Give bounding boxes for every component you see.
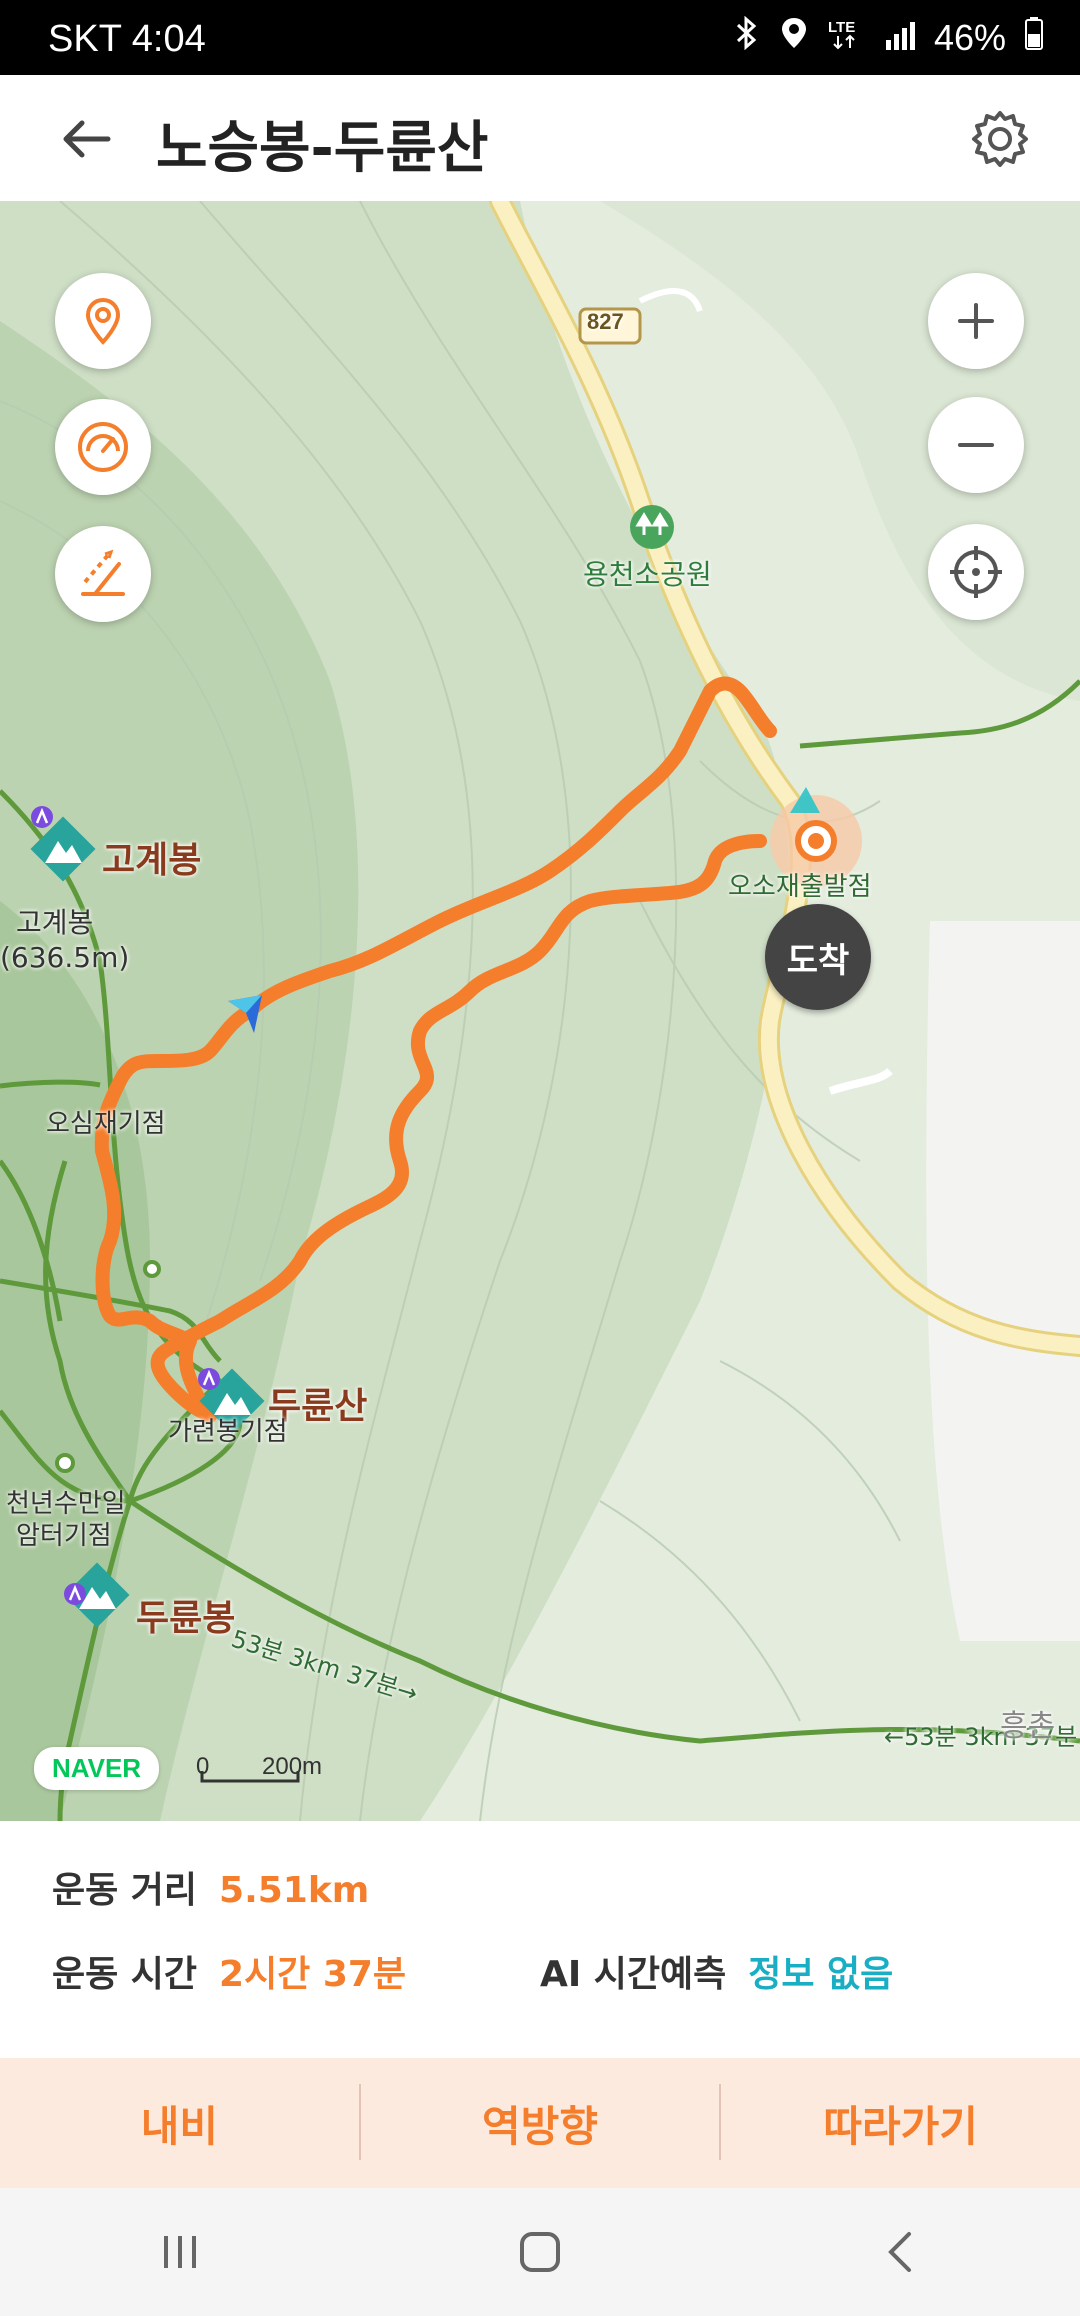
time-row: 운동 시간 2시간 37분 [52,1945,406,1997]
garyeon-label: 가련봉기점 [168,1417,288,1447]
status-bar: SKT 4:04 LTE 46% [0,0,1080,75]
page-title: 노승봉-두륜산 [156,116,489,181]
follow-button[interactable]: 따라가기 [721,2058,1080,2188]
location-icon [780,16,808,59]
time-value: 2시간 37분 [219,1954,407,1995]
distance-label: 운동 거리 [52,1870,198,1911]
back-nav-button[interactable] [860,2222,940,2282]
back-button[interactable] [58,111,114,167]
distance-row: 운동 거리 5.51km [52,1861,369,1913]
svg-text:LTE: LTE [828,19,855,36]
chevron-left-icon [888,2232,911,2272]
recent-apps-icon [164,2236,196,2268]
map-view[interactable]: 827 용천소공원 오소재출발점 고계봉 고계봉 (636.5m) 오심재기점 … [0,201,1080,1821]
battery-text: 46% [933,16,1006,58]
lte-icon: LTE [826,16,866,59]
park-label: 용천소공원 [583,558,712,591]
zoom-in-icon [958,303,994,339]
elevation-icon [81,549,125,596]
ai-value: 정보 없음 [748,1954,894,1995]
navi-button[interactable]: 내비 [0,2058,359,2188]
distance-value: 5.51km [219,1870,370,1911]
cheonnyeon-label-2: 암터기점 [16,1521,112,1551]
current-location-button[interactable] [928,524,1024,620]
status-icons: LTE 46% [732,15,1044,59]
zoom-out-icon [958,443,994,447]
start-point-label: 오소재출발점 [728,872,872,902]
stats-panel: 운동 거리 5.51km 운동 시간 2시간 37분 AI 시간예측 정보 없음 [0,1821,1080,2061]
heung-label: 흥촌 [1000,1709,1056,1744]
arrow-left-icon [63,120,111,158]
bluetooth-icon [732,15,762,59]
elevation-button[interactable] [55,526,151,622]
settings-button[interactable] [970,109,1030,169]
ai-prediction-row: AI 시간예측 정보 없음 [540,1945,893,1997]
carrier-time: SKT 4:04 [48,18,206,60]
naver-logo: NAVER [34,1747,160,1790]
gogyebong-peak-label: 고계봉 [102,840,202,881]
location-pin-icon [85,297,121,345]
duryunbong-peak-label: 두륜봉 [136,1598,236,1639]
road-number: 827 [587,309,624,334]
zoom-out-button[interactable] [928,397,1024,493]
speedometer-icon [78,422,128,472]
gogyebong-name: 고계봉 [16,906,94,939]
location-pin-button[interactable] [55,273,151,369]
osimjae-label: 오심재기점 [46,1109,166,1139]
action-bar: 내비 역방향 따라가기 [0,2058,1080,2188]
map-canvas [0,201,1080,1821]
speedometer-button[interactable] [55,399,151,495]
home-button[interactable] [500,2222,580,2282]
gear-icon [972,111,1028,167]
zoom-in-button[interactable] [928,273,1024,369]
signal-icon [884,17,916,59]
ai-label: AI 시간예측 [540,1954,727,1995]
time-label: 운동 시간 [52,1954,198,1995]
scale-value: 200m [262,1753,323,1780]
home-icon [520,2232,560,2272]
scale-zero: 0 [196,1753,210,1780]
app-header: 노승봉-두륜산 [0,75,1080,201]
system-nav-bar [0,2188,1080,2316]
reverse-button[interactable]: 역방향 [361,2058,720,2188]
battery-icon [1024,16,1044,59]
recent-apps-button[interactable] [140,2222,220,2282]
arrival-badge: 도착 [765,904,871,1010]
crosshair-icon [950,546,1002,598]
gogyebong-height: (636.5m) [0,941,130,974]
